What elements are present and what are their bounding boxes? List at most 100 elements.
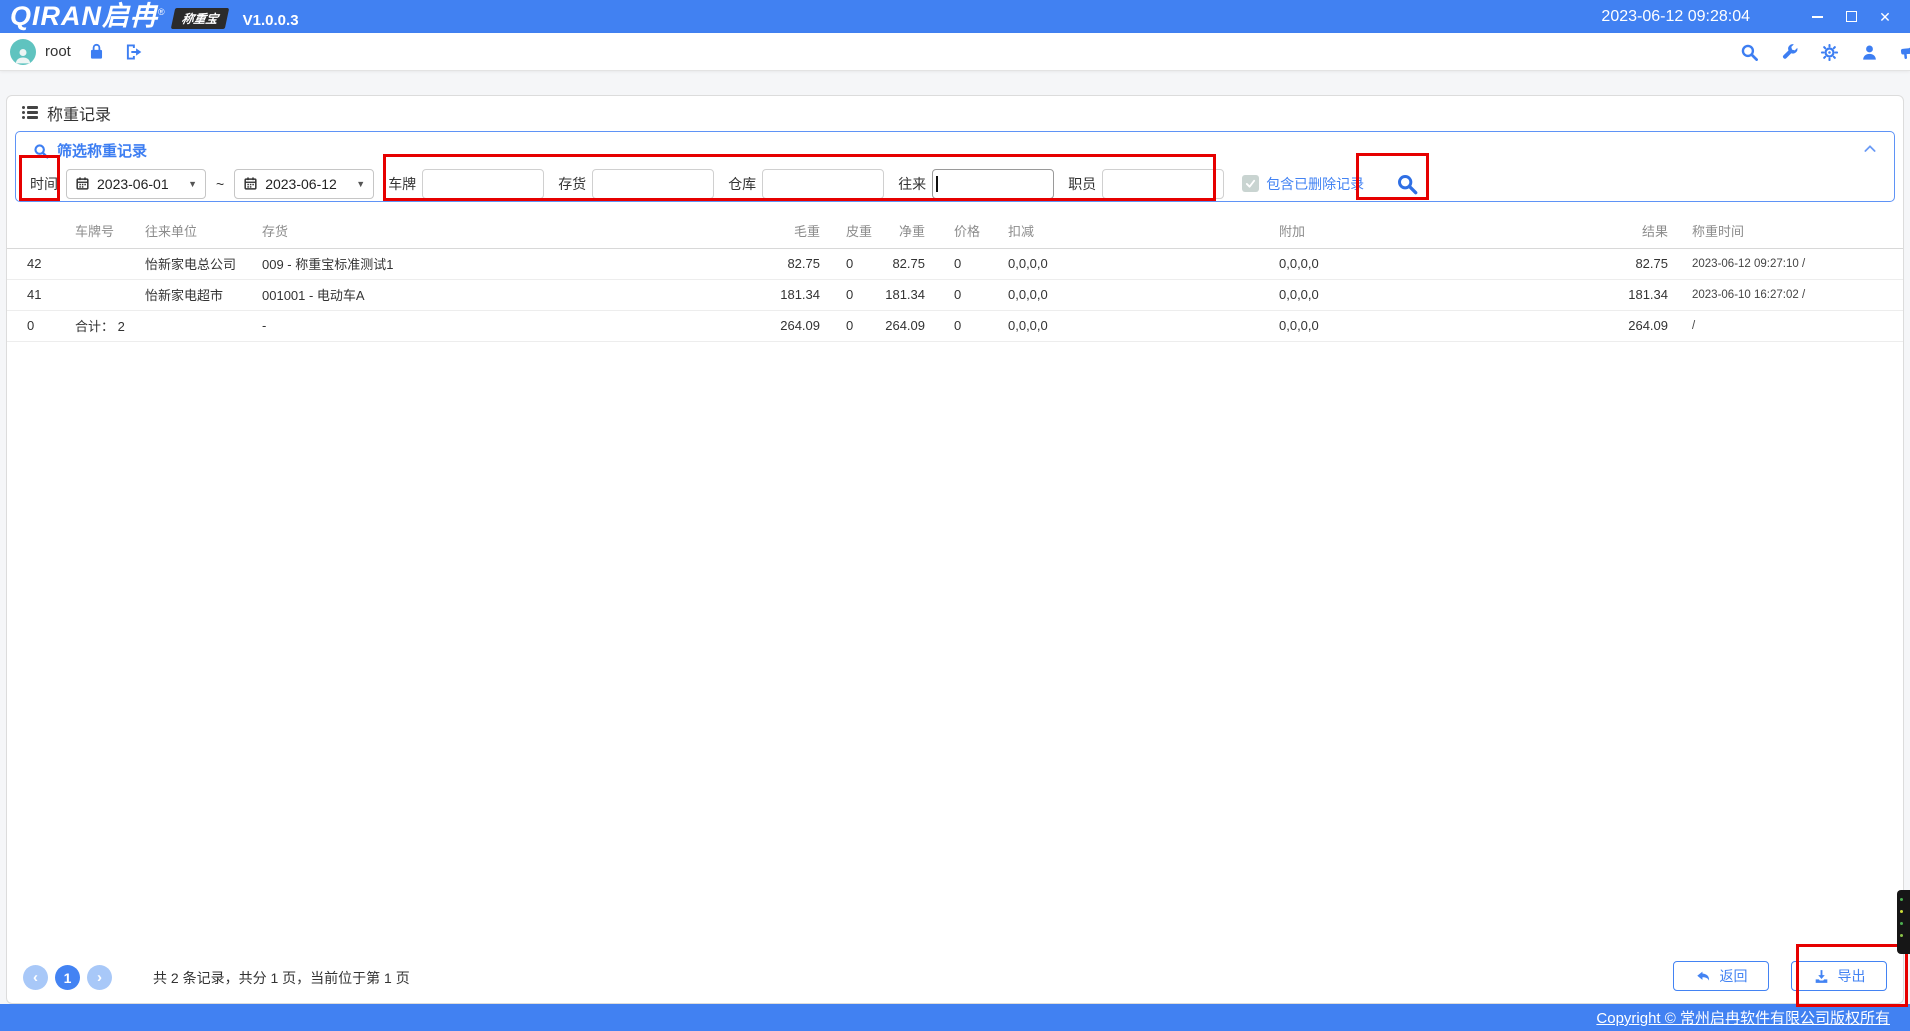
cell-price: 0: [925, 248, 1008, 279]
table-summary-row: 0 合计： 2 - 264.09 0 264.09 0 0,0,0,0 0,0,…: [7, 310, 1903, 341]
date-from-picker[interactable]: 2023-06-01 ▼: [66, 169, 206, 199]
text-caret: [936, 176, 937, 192]
plate-input[interactable]: [422, 169, 544, 199]
include-deleted-checkbox[interactable]: [1242, 175, 1259, 192]
check-icon: [1245, 178, 1256, 189]
prev-page-button[interactable]: ‹: [23, 965, 48, 990]
back-button[interactable]: 返回: [1673, 961, 1769, 991]
cell-net: 181.34: [880, 279, 925, 310]
cell-net: 264.09: [880, 310, 925, 341]
col-deduct: 扣减: [1008, 213, 1279, 248]
col-id: [7, 213, 75, 248]
filter-panel: 筛选称重记录 时间 2023-06-01 ▼ ~ 2023-06-12 ▼ 车牌: [15, 131, 1895, 202]
cell-deduct: 0,0,0,0: [1008, 310, 1279, 341]
col-tare: 皮重: [820, 213, 880, 248]
table-row[interactable]: 42 怡新家电总公司 009 - 称重宝标准测试1 82.75 0 82.75 …: [7, 248, 1903, 279]
cell-tare: 0: [820, 279, 880, 310]
cell-tare: 0: [820, 310, 880, 341]
close-button[interactable]: ✕: [1868, 0, 1902, 33]
avatar[interactable]: [10, 39, 36, 65]
plate-label: 车牌: [388, 174, 416, 194]
gear-icon[interactable]: [1820, 43, 1839, 62]
col-weigh-time: 称重时间: [1668, 213, 1903, 248]
minimize-icon: [1812, 16, 1823, 18]
cell-result: 264.09: [1541, 310, 1668, 341]
cell-unit: 怡新家电总公司: [145, 248, 262, 279]
list-icon: [22, 106, 38, 120]
cell-goods: 001001 - 电动车A: [262, 279, 740, 310]
maximize-button[interactable]: [1834, 0, 1868, 33]
date-to-value: 2023-06-12: [265, 176, 349, 192]
include-deleted-label: 包含已删除记录: [1266, 174, 1364, 194]
logout-icon[interactable]: [124, 42, 144, 62]
staff-label: 职员: [1068, 174, 1096, 194]
next-page-button[interactable]: ›: [87, 965, 112, 990]
filter-search-title-icon: [33, 143, 49, 159]
product-badge: 称重宝: [170, 8, 228, 29]
page-title: 称重记录: [47, 101, 111, 125]
page-header: 称重记录: [7, 96, 1903, 130]
cell-extra: 0,0,0,0: [1279, 279, 1541, 310]
table-header-row: 车牌号 往来单位 存货 毛重 皮重 净重 价格 扣减 附加 结果 称重时间: [7, 213, 1903, 248]
cell-weigh-time: 2023-06-10 16:27:02 /: [1668, 279, 1903, 310]
cell-deduct: 0,0,0,0: [1008, 279, 1279, 310]
chevron-up-icon[interactable]: [1862, 141, 1878, 157]
wrench-icon[interactable]: [1780, 43, 1799, 62]
minimize-button[interactable]: [1800, 0, 1834, 33]
current-page-button[interactable]: 1: [55, 965, 80, 990]
cell-weigh-time: 2023-06-12 09:27:10 /: [1668, 248, 1903, 279]
cell-unit: [145, 310, 262, 341]
calendar-icon: [75, 176, 90, 191]
contact-input[interactable]: [932, 169, 1054, 199]
cell-goods: -: [262, 310, 740, 341]
cell-tare: 0: [820, 248, 880, 279]
user-silhouette-icon: [13, 45, 33, 65]
range-separator: ~: [216, 176, 224, 192]
goods-label: 存货: [558, 174, 586, 194]
cell-price: 0: [925, 310, 1008, 341]
cell-result: 181.34: [1541, 279, 1668, 310]
back-arrow-icon: [1695, 968, 1712, 985]
title-bar: QIRAN启冉 ® 称重宝 V1.0.0.3 2023-06-12 09:28:…: [0, 0, 1910, 33]
back-button-label: 返回: [1720, 966, 1748, 986]
logo-text: QIRAN启冉: [10, 0, 158, 33]
cell-weigh-time: /: [1668, 310, 1903, 341]
col-gross: 毛重: [740, 213, 820, 248]
cell-result: 82.75: [1541, 248, 1668, 279]
username-label: root: [45, 43, 71, 60]
app-version: V1.0.0.3: [243, 12, 299, 29]
warehouse-input[interactable]: [762, 169, 884, 199]
toolbar: root: [0, 33, 1910, 71]
cell-plate: [75, 279, 145, 310]
edge-docked-widget[interactable]: [1897, 890, 1910, 954]
lock-icon[interactable]: [87, 42, 106, 61]
clock: 2023-06-12 09:28:04: [1601, 8, 1750, 26]
cell-goods: 009 - 称重宝标准测试1: [262, 248, 740, 279]
table-row[interactable]: 41 怡新家电超市 001001 - 电动车A 181.34 0 181.34 …: [7, 279, 1903, 310]
col-price: 价格: [925, 213, 1008, 248]
col-goods: 存货: [262, 213, 740, 248]
staff-input[interactable]: [1102, 169, 1224, 199]
col-net: 净重: [880, 213, 925, 248]
col-unit: 往来单位: [145, 213, 262, 248]
cell-id: 42: [7, 248, 75, 279]
col-plate: 车牌号: [75, 213, 145, 248]
download-icon: [1813, 968, 1830, 985]
contact-label: 往来: [898, 174, 926, 194]
cell-net: 82.75: [880, 248, 925, 279]
cell-id: 0: [7, 310, 75, 341]
user-icon[interactable]: [1860, 43, 1879, 62]
app-logo: QIRAN启冉 ® 称重宝 V1.0.0.3: [10, 0, 299, 33]
search-icon[interactable]: [1740, 43, 1759, 62]
copyright-link[interactable]: Copyright © 常州启冉软件有限公司版权所有: [1596, 1007, 1890, 1028]
warehouse-label: 仓库: [728, 174, 756, 194]
goods-input[interactable]: [592, 169, 714, 199]
content-panel: 称重记录 筛选称重记录 时间 2023-06-01 ▼ ~ 2023-06-12…: [6, 95, 1904, 1004]
megaphone-icon[interactable]: [1899, 42, 1910, 63]
cell-deduct: 0,0,0,0: [1008, 248, 1279, 279]
filter-search-button[interactable]: [1396, 173, 1418, 195]
pagination: ‹ 1 › 共 2 条记录，共分 1 页，当前位于第 1 页: [23, 965, 410, 990]
chevron-down-icon: ▼: [356, 179, 365, 189]
date-to-picker[interactable]: 2023-06-12 ▼: [234, 169, 374, 199]
export-button[interactable]: 导出: [1791, 961, 1887, 991]
